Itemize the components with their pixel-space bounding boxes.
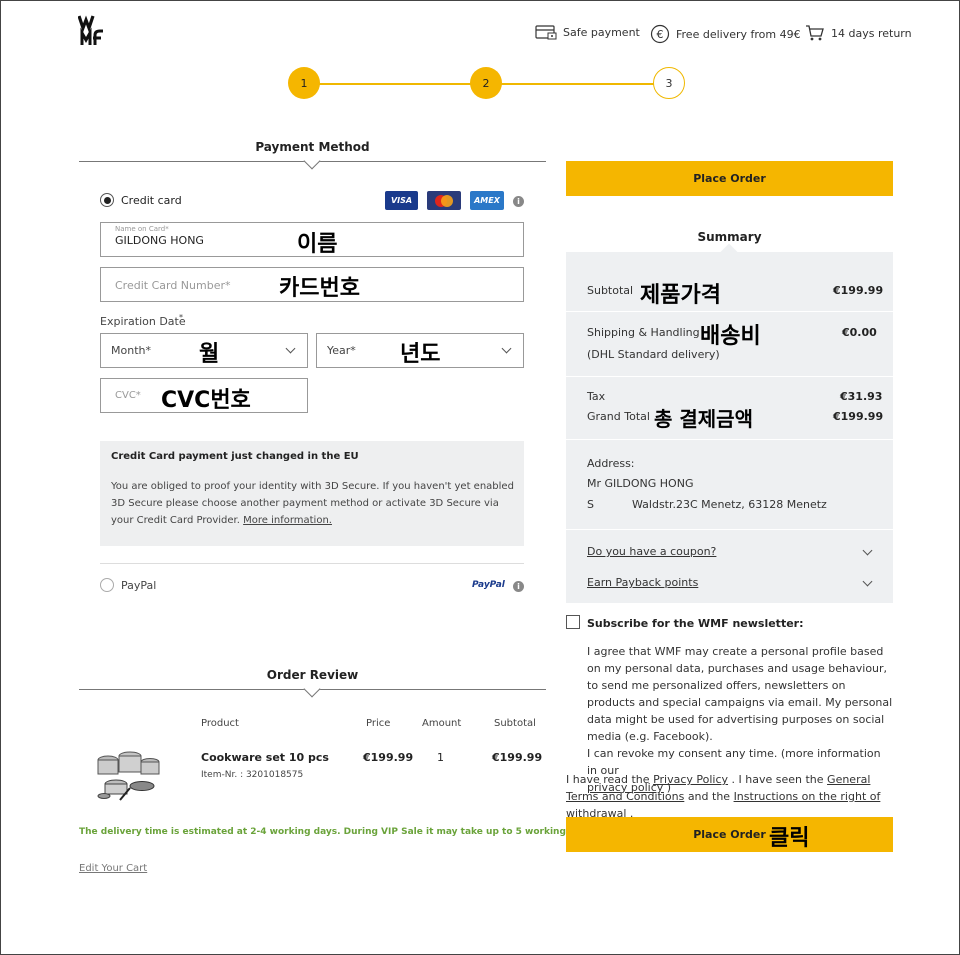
cart-icon: [806, 25, 824, 41]
col-product: Product: [201, 718, 239, 729]
newsletter-checkbox[interactable]: [566, 615, 580, 629]
paypal-label: PayPal: [121, 579, 157, 592]
card-info-icon[interactable]: i: [513, 196, 524, 207]
cvc-annotation: CVC번호: [161, 388, 251, 413]
credit-card-radio[interactable]: [100, 193, 114, 207]
name-on-card-value: GILDONG HONG: [115, 234, 204, 247]
terms-text: I have read the Privacy Policy . I have …: [566, 771, 893, 822]
paypal-info-icon[interactable]: i: [513, 581, 524, 592]
wmf-logo[interactable]: [77, 14, 108, 48]
name-on-card-label: Name on Card*: [115, 225, 169, 233]
step-2[interactable]: 2: [470, 67, 502, 99]
terms-t2: . I have seen the: [731, 773, 824, 786]
product-image[interactable]: [94, 740, 162, 805]
order-review-title: Order Review: [266, 668, 359, 682]
grand-total-label: Grand Total: [587, 410, 650, 423]
paypal-radio[interactable]: [100, 578, 114, 592]
payment-method-title: Payment Method: [255, 140, 370, 154]
step-3[interactable]: 3: [653, 67, 685, 99]
terms-t3: and the: [687, 790, 731, 803]
euro-icon: €: [650, 24, 670, 44]
place-order-button-bottom[interactable]: Place Order: [566, 817, 893, 852]
expiration-required-mark: *: [179, 313, 183, 322]
mastercard-logo: [427, 191, 461, 210]
col-subtotal: Subtotal: [494, 718, 536, 729]
terms-t1: I have read the: [566, 773, 650, 786]
product-sku: Item-Nr. : 3201018575: [201, 770, 304, 780]
newsletter-text: I agree that WMF may create a personal p…: [587, 645, 893, 743]
cookware-image: [97, 751, 160, 801]
subtotal-label: Subtotal: [587, 284, 634, 297]
summary-divider-2: [566, 376, 893, 377]
product-price: €199.99: [363, 751, 414, 764]
col-amount: Amount: [422, 718, 462, 729]
month-annotation: 월: [199, 342, 220, 367]
mastercard-icon: [435, 194, 453, 207]
safe-payment-label: Safe payment: [563, 25, 640, 39]
newsletter-title: Subscribe for the WMF newsletter:: [587, 617, 804, 630]
tax-label: Tax: [587, 390, 606, 403]
trust-safe-payment: Safe payment: [535, 24, 640, 40]
shipping-annotation: 배송비: [700, 324, 761, 349]
free-delivery-label: Free delivery from 49€: [676, 27, 801, 41]
month-placeholder: Month*: [111, 344, 151, 357]
visa-logo: VISA: [385, 191, 418, 210]
summary-divider-4: [566, 529, 893, 530]
product-name[interactable]: Cookware set 10 pcs: [201, 751, 329, 764]
payback-link[interactable]: Earn Payback points: [587, 576, 698, 589]
shipping-note: (DHL Standard delivery): [587, 348, 720, 361]
subtotal-value: €199.99: [833, 284, 884, 297]
card-number-annotation: 카드번호: [279, 276, 360, 301]
privacy-policy-link[interactable]: Privacy Policy: [653, 773, 728, 786]
address-label: Address:: [587, 457, 635, 470]
shipping-value: €0.00: [842, 326, 877, 339]
svg-text:€: €: [657, 28, 664, 41]
shipping-label: Shipping & Handling: [587, 326, 700, 339]
click-annotation: 클릭: [769, 826, 810, 851]
expiration-label: Expiration Date: [100, 315, 186, 328]
delivery-note: The delivery time is estimated at 2-4 wo…: [79, 827, 596, 837]
subtotal-annotation: 제품가격: [640, 283, 721, 308]
tax-value: €31.93: [840, 390, 883, 403]
edit-cart-link[interactable]: Edit Your Cart: [79, 863, 147, 874]
step-1[interactable]: 1: [288, 67, 320, 99]
summary-title: Summary: [697, 230, 762, 244]
safe-payment-icon: [535, 25, 557, 40]
trust-free-delivery: € Free delivery from 49€: [650, 24, 801, 44]
coupon-link[interactable]: Do you have a coupon?: [587, 545, 716, 558]
credit-card-label: Credit card: [121, 194, 182, 207]
place-order-button-top[interactable]: Place Order: [566, 161, 893, 196]
grand-total-value: €199.99: [833, 410, 884, 423]
wmf-logo-icon: [77, 15, 103, 45]
trust-returns: 14 days return: [805, 24, 912, 42]
returns-label: 14 days return: [831, 26, 912, 40]
col-price: Price: [366, 718, 391, 729]
cvc-placeholder: CVC*: [115, 390, 141, 401]
year-annotation: 년도: [400, 342, 441, 367]
eu-notice-title: Credit Card payment just changed in the …: [111, 451, 359, 462]
name-annotation: 이름: [297, 232, 338, 257]
paypal-divider: [100, 563, 524, 564]
card-number-placeholder: Credit Card Number*: [115, 279, 231, 292]
place-order-bottom-label: Place Order: [693, 828, 766, 841]
address-name: Mr GILDONG HONG: [587, 477, 694, 490]
address-prefix: S: [587, 498, 594, 511]
amex-logo: AMEX: [470, 191, 504, 210]
summary-divider-3: [566, 439, 893, 440]
address-line: Waldstr.23C Menetz, 63128 Menetz: [632, 498, 827, 511]
grand-total-annotation: 총 결제금액: [654, 407, 753, 431]
product-amount: 1: [437, 751, 444, 764]
product-subtotal: €199.99: [492, 751, 543, 764]
eu-notice-body: You are obliged to proof your identity w…: [111, 478, 517, 529]
paypal-logo: PayPal: [472, 580, 505, 590]
year-placeholder: Year*: [327, 344, 356, 357]
more-information-link[interactable]: More information.: [243, 515, 332, 526]
summary-divider-1: [566, 311, 893, 312]
